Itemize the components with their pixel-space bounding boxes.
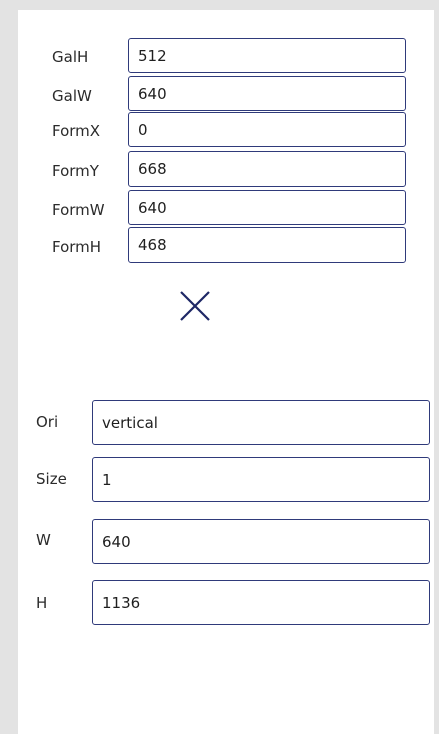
label-formy: FormY xyxy=(52,162,99,180)
label-formh: FormH xyxy=(52,238,102,256)
formh-input[interactable] xyxy=(128,227,406,263)
w-input[interactable] xyxy=(92,519,430,564)
size-input[interactable] xyxy=(92,457,430,502)
galw-input[interactable] xyxy=(128,76,406,111)
label-h: H xyxy=(36,594,48,612)
label-w: W xyxy=(36,531,51,549)
formx-input[interactable] xyxy=(128,112,406,147)
label-size: Size xyxy=(36,470,67,488)
label-galh: GalH xyxy=(52,48,89,66)
ori-input[interactable] xyxy=(92,400,430,445)
h-input[interactable] xyxy=(92,580,430,625)
formy-input[interactable] xyxy=(128,151,406,187)
galh-input[interactable] xyxy=(128,38,406,73)
label-ori: Ori xyxy=(36,413,59,431)
label-galw: GalW xyxy=(52,87,92,105)
close-icon[interactable] xyxy=(179,290,211,322)
label-formw: FormW xyxy=(52,201,105,219)
label-formx: FormX xyxy=(52,122,101,140)
formw-input[interactable] xyxy=(128,190,406,225)
